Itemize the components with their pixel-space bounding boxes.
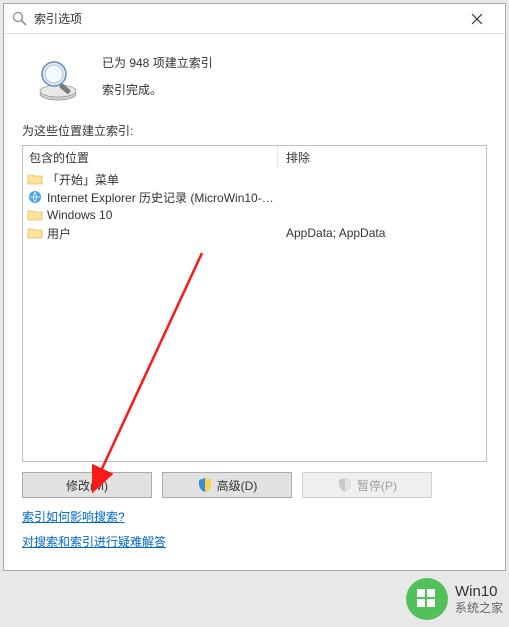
link-how-affects-search[interactable]: 索引如何影响搜索? xyxy=(22,508,125,525)
shield-icon xyxy=(197,477,213,493)
window-title: 索引选项 xyxy=(34,10,457,27)
list-item-label: 用户 xyxy=(47,225,278,242)
ie-icon xyxy=(27,189,43,205)
link-troubleshoot[interactable]: 对搜索和索引进行疑难解答 xyxy=(22,533,166,550)
index-status-label: 索引完成。 xyxy=(102,81,213,98)
watermark: Win10 系统之家 xyxy=(405,577,503,621)
magnifier-disk-icon xyxy=(34,56,82,104)
list-body: 「开始」菜单 Internet Explorer 历史记录 (MicroWin1… xyxy=(23,168,486,461)
folder-icon xyxy=(27,171,43,187)
modify-button[interactable]: 修改(M) xyxy=(22,472,152,498)
indexed-count-label: 已为 948 项建立索引 xyxy=(102,54,213,71)
column-excluded[interactable]: 排除 xyxy=(278,146,486,168)
folder-icon xyxy=(27,225,43,241)
column-included[interactable]: 包含的位置 xyxy=(23,146,278,168)
list-item[interactable]: Internet Explorer 历史记录 (MicroWin10-… xyxy=(23,188,486,206)
list-label: 为这些位置建立索引: xyxy=(22,122,487,139)
list-item-excluded: AppData; AppData xyxy=(278,226,486,240)
dialog-content: 已为 948 项建立索引 索引完成。 为这些位置建立索引: 包含的位置 排除 「… xyxy=(4,34,505,570)
list-item[interactable]: 「开始」菜单 xyxy=(23,170,486,188)
watermark-line1: Win10 xyxy=(455,583,503,601)
button-label: 修改(M) xyxy=(66,477,108,494)
list-header: 包含的位置 排除 xyxy=(23,146,486,168)
help-links: 索引如何影响搜索? 对搜索和索引进行疑难解答 xyxy=(22,508,487,558)
list-item-label: Windows 10 xyxy=(47,208,278,222)
win10-logo-icon xyxy=(405,577,449,621)
folder-icon xyxy=(27,207,43,223)
button-label: 高级(D) xyxy=(217,477,258,494)
list-item[interactable]: 用户 AppData; AppData xyxy=(23,224,486,242)
list-item-label: Internet Explorer 历史记录 (MicroWin10-… xyxy=(47,189,278,206)
watermark-line2: 系统之家 xyxy=(455,601,503,615)
advanced-button[interactable]: 高级(D) xyxy=(162,472,292,498)
shield-icon xyxy=(337,477,353,493)
button-row: 修改(M) 高级(D) 暂停(P) xyxy=(22,472,487,498)
titlebar: 索引选项 xyxy=(4,4,505,34)
list-item[interactable]: Windows 10 xyxy=(23,206,486,224)
status-area: 已为 948 项建立索引 索引完成。 xyxy=(22,52,487,104)
indexing-options-dialog: 索引选项 已为 948 项建立索引 索引完成。 为这些位置建立索引: xyxy=(3,3,506,571)
button-label: 暂停(P) xyxy=(357,477,397,494)
status-text: 已为 948 项建立索引 索引完成。 xyxy=(102,52,213,98)
watermark-text: Win10 系统之家 xyxy=(455,583,503,615)
close-button[interactable] xyxy=(457,5,497,33)
close-icon xyxy=(471,13,483,25)
locations-list: 包含的位置 排除 「开始」菜单 Internet Explorer 历史记录 (… xyxy=(22,145,487,462)
indexing-icon xyxy=(12,11,28,27)
list-item-label: 「开始」菜单 xyxy=(47,171,278,188)
pause-button: 暂停(P) xyxy=(302,472,432,498)
